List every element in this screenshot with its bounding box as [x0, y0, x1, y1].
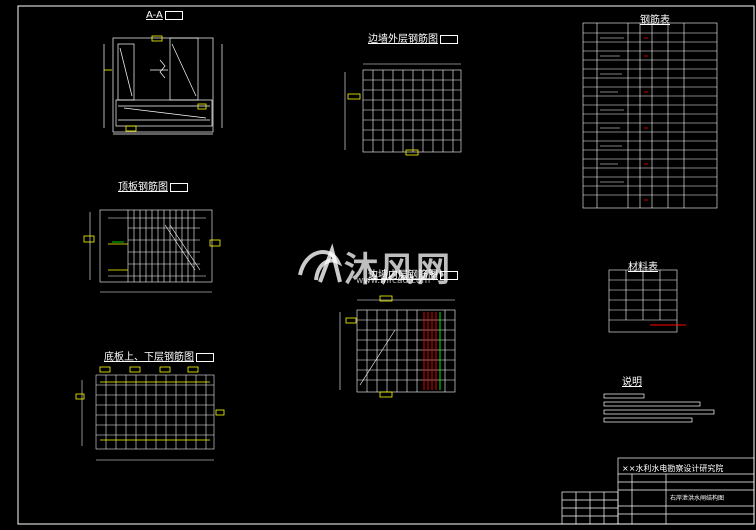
rebar-table-red-marks [644, 37, 648, 201]
section-aa-title: A-A [146, 10, 183, 21]
section-aa-highlights [104, 35, 207, 132]
side-wall-inner-view [339, 299, 456, 393]
bottom-slab-view [81, 374, 215, 461]
side-wall-inner-highlights [345, 295, 393, 398]
rebar-table-grid [582, 22, 718, 209]
title-block-drawing-name: 右岸泄洪水闸结构图 [670, 495, 725, 502]
title-block-institute: ××水利水电勘察设计研究院 [622, 464, 724, 473]
watermark-logo-icon [298, 243, 343, 283]
notes-lines [603, 393, 715, 423]
top-slab-view [89, 209, 213, 293]
notes-title: 说明 [622, 377, 642, 388]
side-wall-inner-red-rebar [423, 312, 437, 390]
section-aa-view [103, 37, 223, 135]
bottom-slab-title: 底板上、下层钢筋图 [104, 348, 214, 363]
side-wall-outer-title: 边墙外层钢筋图 [368, 30, 458, 45]
top-slab-title: 顶板钢筋图 [118, 178, 188, 193]
material-table-title: 材料表 [628, 262, 658, 273]
side-wall-outer-view [344, 63, 462, 153]
rebar-table-title: 钢筋表 [640, 15, 670, 26]
material-table-grid [608, 269, 678, 333]
watermark-url: www.mfcad.com [356, 276, 431, 286]
bottom-slab-highlights [75, 366, 225, 441]
